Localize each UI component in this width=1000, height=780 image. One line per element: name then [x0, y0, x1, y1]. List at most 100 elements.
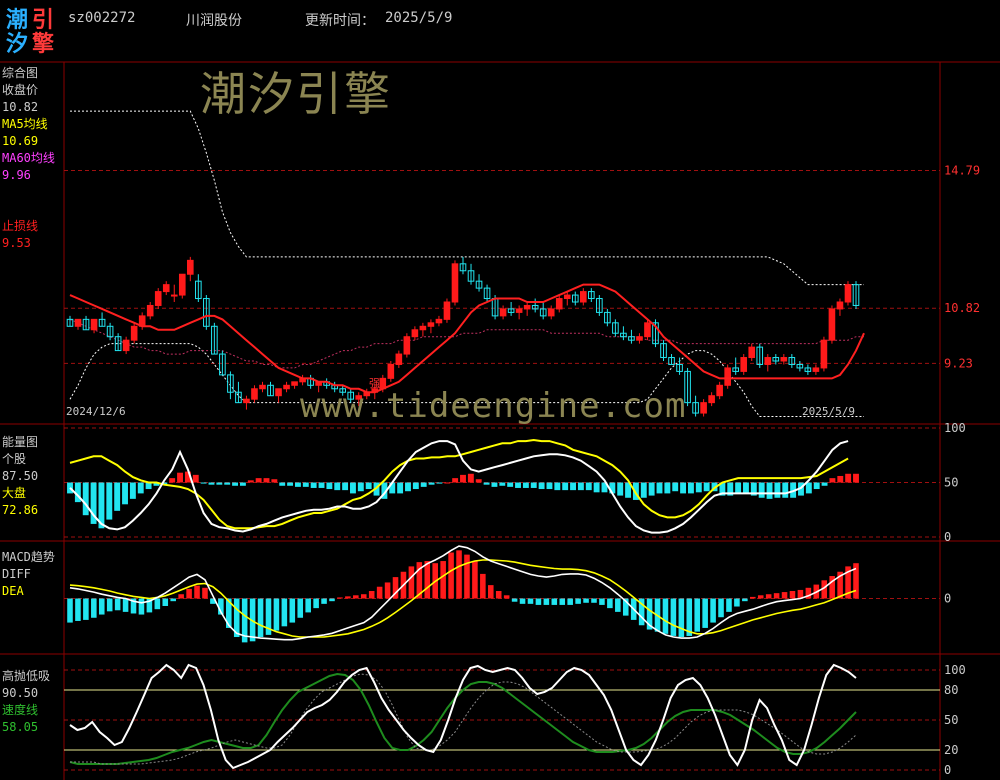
energy-bar — [460, 474, 466, 483]
energy-bar — [813, 482, 820, 490]
macd-bar — [607, 598, 613, 609]
candle-body — [812, 367, 820, 372]
energy-bar — [444, 482, 451, 484]
energy-bar — [782, 482, 789, 498]
macd-bar — [511, 598, 518, 602]
energy-bar — [648, 482, 655, 496]
energy-bar — [538, 482, 545, 490]
energy-bar — [766, 482, 773, 499]
macd-bar — [495, 591, 502, 599]
macd-bar — [194, 585, 200, 599]
energy-bar — [122, 482, 128, 505]
macd-bar — [313, 598, 319, 609]
candle-body — [579, 291, 587, 303]
macd-bar — [591, 598, 597, 603]
macd-bar — [360, 594, 367, 599]
candle-body — [740, 357, 748, 372]
macd-bar — [527, 598, 534, 604]
highlow-tick-label: 0 — [944, 763, 951, 777]
main-panel-title: 综合图 — [2, 66, 39, 80]
macd-bar — [67, 598, 73, 623]
energy-bar — [680, 482, 687, 494]
macd-bar — [281, 598, 288, 627]
energy-bar — [829, 478, 836, 483]
energy-bar — [562, 482, 569, 491]
energy-bar — [475, 479, 482, 483]
macd-bar — [384, 582, 391, 599]
date-start-label: 2024/12/6 — [66, 405, 126, 418]
macd-bar — [456, 550, 462, 599]
candle-body — [251, 388, 258, 400]
candle-body — [259, 384, 266, 390]
candle-body — [74, 318, 82, 327]
energy-bar — [695, 482, 702, 493]
candle-body — [90, 318, 98, 331]
candle-body — [764, 357, 772, 365]
candle-body — [283, 384, 290, 390]
close-label: 收盘价 — [2, 83, 39, 97]
speed-label: 速度线 — [2, 703, 39, 717]
energy-bar — [192, 474, 199, 483]
energy-stock-value: 87.50 — [2, 469, 39, 483]
macd-bar — [710, 598, 716, 623]
macd-bar — [567, 598, 573, 605]
energy-market-value: 72.86 — [2, 503, 39, 517]
candle-body — [411, 329, 419, 338]
macd-bar — [91, 598, 97, 618]
energy-bar — [177, 472, 183, 483]
macd-bar — [162, 598, 169, 606]
main-tick-label: 10.82 — [944, 301, 980, 315]
energy-bar — [577, 482, 584, 491]
energy-bar — [255, 478, 262, 483]
energy-bar — [837, 475, 844, 483]
macd-bar — [305, 598, 311, 613]
energy-bar — [342, 482, 349, 491]
watermark-url: www.tideengine.com — [300, 386, 687, 426]
energy-bar — [310, 482, 317, 488]
energy-bar — [640, 482, 647, 498]
energy-bar — [515, 482, 521, 488]
macd-bar — [765, 594, 772, 599]
candle-body — [844, 284, 852, 303]
energy-bar — [530, 482, 537, 488]
macd-bar — [186, 588, 192, 599]
macd-bar — [297, 598, 304, 618]
macd-bar — [678, 598, 685, 638]
energy-bar — [397, 482, 404, 494]
macd-bar — [519, 598, 526, 604]
macd-bar — [448, 552, 454, 599]
energy-bar — [570, 482, 576, 491]
date-end-label: 2025/5/9 — [802, 405, 855, 418]
highlow-line — [69, 663, 857, 770]
energy-bar — [853, 473, 859, 483]
candle-body — [828, 308, 836, 341]
candle-body — [563, 294, 571, 300]
upper-band-line — [70, 110, 864, 286]
macd-bar — [615, 598, 621, 612]
candle-body — [515, 308, 523, 313]
macd-bar — [114, 598, 121, 611]
energy-bar — [507, 482, 514, 487]
energy-bar — [287, 482, 294, 486]
energy-bar — [664, 482, 671, 494]
strong-marker: 强 — [369, 377, 380, 390]
macd-bar — [329, 598, 335, 602]
candle-body — [419, 325, 427, 331]
energy-bar — [420, 482, 427, 487]
energy-bar — [436, 482, 443, 484]
energy-market-label: 大盘 — [2, 486, 27, 500]
highlow-panel-title: 高抛低吸 — [2, 669, 51, 683]
macd-bar — [742, 598, 748, 602]
close-value: 10.82 — [2, 100, 39, 114]
watermark-cn: 潮汐引擎 — [200, 67, 392, 121]
candle-body — [523, 304, 531, 310]
energy-tick-label: 100 — [944, 421, 966, 435]
candle-body — [291, 381, 298, 386]
macd-bar — [757, 595, 764, 599]
energy-bar — [758, 482, 765, 498]
macd-bar — [503, 595, 510, 599]
energy-bar — [483, 482, 490, 485]
macd-bar — [781, 592, 788, 599]
energy-bar — [106, 482, 113, 520]
energy-bar — [805, 482, 812, 494]
